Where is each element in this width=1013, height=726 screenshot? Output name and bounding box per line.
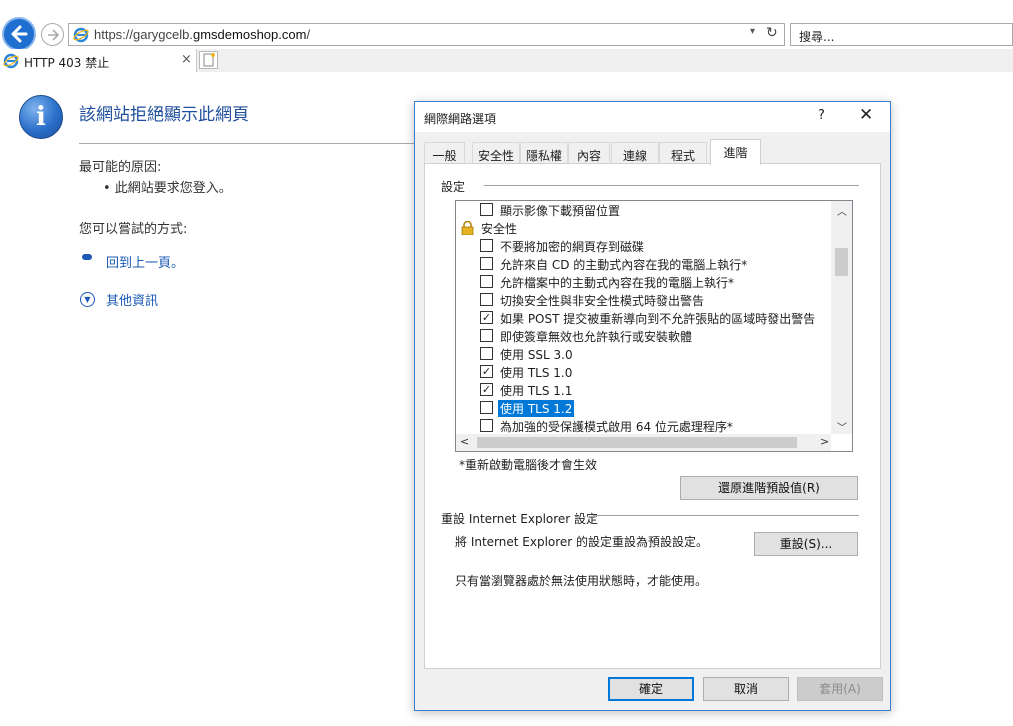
scroll-thumb[interactable]: [835, 248, 848, 276]
try-heading: 您可以嘗試的方式:: [79, 222, 188, 237]
new-tab-button[interactable]: [199, 51, 218, 69]
info-icon: i: [19, 95, 63, 139]
tab-general[interactable]: 一般: [424, 142, 465, 164]
checkbox[interactable]: [480, 239, 493, 252]
group-label: 安全性: [481, 222, 518, 236]
setting-label: 允許檔案中的主動式內容在我的電腦上執行*: [500, 276, 735, 290]
expand-icon[interactable]: ▼: [80, 292, 95, 307]
reason-heading: 最可能的原因:: [79, 160, 162, 175]
vertical-scrollbar[interactable]: ︿ ﹀: [831, 201, 852, 434]
page-title: 該網站拒絕顯示此網頁: [79, 105, 249, 125]
tab-title: HTTP 403 禁止: [24, 56, 110, 70]
setting-label: 使用 TLS 1.2: [498, 400, 575, 417]
search-placeholder: 搜尋...: [799, 30, 835, 44]
checkbox[interactable]: [480, 293, 493, 306]
divider: [79, 143, 439, 144]
setting-label: 不要將加密的網頁存到磁碟: [500, 240, 645, 254]
reset-group-label: 重設 Internet Explorer 設定: [441, 512, 599, 526]
reset-description: 將 Internet Explorer 的設定重設為預設設定。: [455, 535, 709, 549]
internet-options-dialog: 網際網路選項 ? ✕ 一般 安全性 隱私權 內容 連線 程式 進階 設定 顯示影…: [414, 101, 891, 711]
search-input[interactable]: 搜尋...: [790, 23, 1013, 46]
checkbox-checked[interactable]: ✓: [480, 311, 493, 324]
setting-label: 顯示影像下載預留位置: [500, 204, 621, 218]
divider: [593, 515, 859, 516]
url-text: https://garygcelb.gmsdemoshop.com/: [94, 27, 311, 42]
chevron-up-icon[interactable]: ︿: [837, 203, 847, 218]
arrow-right-icon: [47, 28, 59, 41]
lock-icon: [461, 221, 474, 235]
tab-advanced[interactable]: 進階: [710, 139, 761, 165]
setting-label: 允許來自 CD 的主動式內容在我的電腦上執行*: [500, 258, 748, 272]
restore-advanced-defaults-button[interactable]: 還原進階預設值(R): [680, 476, 858, 500]
new-tab-icon: [203, 53, 215, 67]
address-bar[interactable]: https://garygcelb.gmsdemoshop.com/ ▾ ↻: [68, 23, 785, 46]
ok-button[interactable]: 確定: [608, 677, 694, 701]
scroll-thumb[interactable]: [477, 437, 797, 448]
cancel-button[interactable]: 取消: [703, 677, 789, 701]
tab-content[interactable]: 內容: [568, 142, 610, 164]
checkbox[interactable]: [480, 329, 493, 342]
bullet-icon: [82, 254, 92, 260]
setting-label: 切換安全性與非安全性模式時發出警告: [500, 294, 705, 308]
chevron-down-icon[interactable]: ▾: [750, 26, 755, 37]
checkbox[interactable]: [480, 257, 493, 270]
reset-note: 只有當瀏覽器處於無法使用狀態時，才能使用。: [455, 574, 708, 588]
restart-note: *重新啟動電腦後才會生效: [459, 458, 598, 472]
tab-privacy[interactable]: 隱私權: [520, 142, 568, 164]
setting-label: 使用 TLS 1.1: [500, 384, 573, 398]
checkbox[interactable]: [480, 401, 493, 414]
browser-tab[interactable]: HTTP 403 禁止 ×: [0, 49, 197, 72]
arrow-left-icon: [11, 25, 28, 43]
chevron-down-icon[interactable]: ﹀: [837, 419, 847, 434]
tab-close-icon[interactable]: ×: [181, 52, 192, 67]
checkbox[interactable]: [480, 275, 493, 288]
chevron-right-icon[interactable]: >: [820, 435, 829, 448]
more-info-link[interactable]: 其他資訊: [106, 290, 158, 309]
browser-toolbar: https://garygcelb.gmsdemoshop.com/ ▾ ↻ 搜…: [0, 0, 1013, 51]
help-button[interactable]: ?: [818, 108, 825, 123]
setting-label: 即使簽章無效也允許執行或安裝軟體: [500, 330, 693, 344]
dialog-titlebar: 網際網路選項 ? ✕: [415, 102, 890, 132]
tab-strip: HTTP 403 禁止 ×: [0, 49, 1013, 72]
chevron-left-icon[interactable]: <: [460, 435, 469, 448]
close-button[interactable]: ✕: [859, 105, 873, 125]
setting-label: 使用 SSL 3.0: [500, 348, 573, 362]
reset-button[interactable]: 重設(S)...: [754, 532, 858, 556]
setting-label: 如果 POST 提交被重新導向到不允許張貼的區域時發出警告: [500, 312, 816, 326]
checkbox-checked[interactable]: ✓: [480, 383, 493, 396]
apply-button[interactable]: 套用(A): [797, 677, 883, 701]
setting-label: 為加強的受保護模式啟用 64 位元處理程序*: [500, 420, 733, 434]
forward-button[interactable]: [41, 23, 64, 46]
checkbox-checked[interactable]: ✓: [480, 365, 493, 378]
horizontal-scrollbar[interactable]: < >: [456, 434, 831, 451]
ie-logo-icon: [3, 53, 19, 69]
checkbox[interactable]: [480, 347, 493, 360]
advanced-panel: 設定 顯示影像下載預留位置 安全性 不要將加密的網頁存到磁碟 允許來自 CD 的…: [424, 163, 881, 669]
tab-programs[interactable]: 程式: [659, 142, 707, 164]
settings-tree[interactable]: 顯示影像下載預留位置 安全性 不要將加密的網頁存到磁碟 允許來自 CD 的主動式…: [455, 200, 853, 452]
tab-connections[interactable]: 連線: [611, 142, 659, 164]
ie-logo-icon: [73, 27, 89, 43]
divider: [484, 185, 859, 186]
settings-label: 設定: [441, 180, 466, 194]
dialog-title: 網際網路選項: [424, 112, 497, 126]
go-back-link[interactable]: 回到上一頁。: [106, 252, 184, 271]
refresh-icon[interactable]: ↻: [766, 25, 778, 41]
checkbox[interactable]: [480, 419, 493, 432]
setting-label: 使用 TLS 1.0: [500, 366, 573, 380]
checkbox[interactable]: [480, 203, 493, 216]
back-button[interactable]: [2, 17, 36, 51]
tab-security[interactable]: 安全性: [472, 142, 520, 164]
reason-item: • 此網站要求您登入。: [103, 181, 232, 196]
